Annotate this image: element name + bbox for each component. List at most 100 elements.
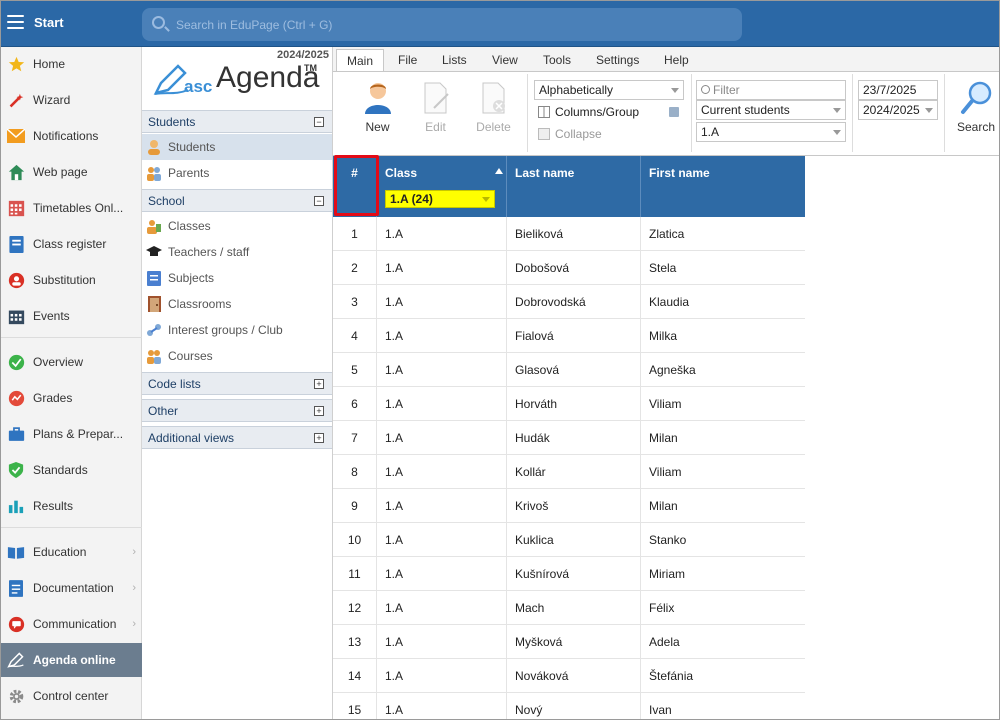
- collapse-button[interactable]: Collapse: [538, 127, 602, 141]
- table-row[interactable]: 1 1.A Bieliková Zlatica: [333, 217, 805, 251]
- nav-item-control-center[interactable]: Control center: [0, 679, 142, 713]
- nav-item-substitution[interactable]: Substitution: [0, 263, 142, 297]
- nav-item-web-page[interactable]: Web page: [0, 155, 142, 189]
- logo-tm-text: TM: [304, 63, 317, 73]
- class-filter-select[interactable]: 1.A: [696, 122, 846, 142]
- sidebar-item-parents[interactable]: Parents: [142, 160, 332, 186]
- tab-main[interactable]: Main: [336, 49, 385, 71]
- nav-item-home[interactable]: Home: [0, 47, 142, 81]
- register-icon: [7, 235, 25, 253]
- expand-toggle-icon[interactable]: +: [314, 379, 324, 389]
- cell-number: 11: [333, 557, 377, 591]
- hamburger-menu-icon[interactable]: [7, 15, 24, 29]
- collapse-toggle-icon[interactable]: −: [314, 196, 324, 206]
- sidebar-item-teachers[interactable]: Teachers / staff: [142, 239, 332, 265]
- nav-item-grades[interactable]: Grades: [0, 381, 142, 415]
- nav-separator: [0, 527, 142, 528]
- tab-view[interactable]: View: [482, 49, 528, 71]
- start-label[interactable]: Start: [34, 15, 64, 30]
- sidebar-item-classes[interactable]: Classes: [142, 213, 332, 239]
- sort-select[interactable]: Alphabetically: [534, 80, 684, 100]
- section-title: Other: [148, 403, 179, 418]
- column-header-class[interactable]: Class 1.A (24): [377, 156, 507, 217]
- global-search-input[interactable]: [176, 16, 716, 34]
- section-school[interactable]: School −: [142, 189, 332, 212]
- sidebar-item-students[interactable]: Students: [142, 134, 332, 160]
- nav-item-label: Education: [33, 545, 87, 559]
- sort-select-value: Alphabetically: [539, 83, 614, 97]
- table-row[interactable]: 3 1.A Dobrovodská Klaudia: [333, 285, 805, 319]
- table-row[interactable]: 5 1.A Glasová Agneška: [333, 353, 805, 387]
- columns-icon: [538, 106, 550, 118]
- tab-tools[interactable]: Tools: [533, 49, 581, 71]
- sidebar-item-subjects[interactable]: Subjects: [142, 265, 332, 291]
- chevron-right-icon: ›: [132, 582, 136, 594]
- edit-button[interactable]: Edit: [408, 76, 463, 134]
- nav-item-documentation[interactable]: Documentation ›: [0, 571, 142, 605]
- cell-class: 1.A: [377, 523, 507, 557]
- nav-item-agenda-online[interactable]: Agenda online: [0, 643, 142, 677]
- sidebar-item-label: Classes: [168, 219, 211, 233]
- expand-toggle-icon[interactable]: +: [314, 433, 324, 443]
- ribbon-tabs: Main File Lists View Tools Settings Help: [333, 47, 1000, 71]
- students-filter-select[interactable]: Current students: [696, 100, 846, 120]
- expand-toggle-icon[interactable]: +: [314, 406, 324, 416]
- delete-button[interactable]: Delete: [466, 76, 521, 134]
- section-other[interactable]: Other +: [142, 399, 332, 422]
- nav-item-class-register[interactable]: Class register: [0, 227, 142, 261]
- nav-item-communication[interactable]: Communication ›: [0, 607, 142, 641]
- class-column-filter[interactable]: 1.A (24): [385, 190, 495, 208]
- save-icon[interactable]: [669, 107, 679, 117]
- nav-item-wizard[interactable]: Wizard: [0, 83, 142, 117]
- nav-item-overview[interactable]: Overview: [0, 345, 142, 379]
- tab-lists[interactable]: Lists: [432, 49, 477, 71]
- section-code-lists[interactable]: Code lists +: [142, 372, 332, 395]
- search-icon: [701, 85, 710, 94]
- global-search[interactable]: [142, 8, 742, 41]
- table-row[interactable]: 6 1.A Horváth Viliam: [333, 387, 805, 421]
- nav-item-plans[interactable]: Plans & Prepar...: [0, 417, 142, 451]
- table-row[interactable]: 13 1.A Myšková Adela: [333, 625, 805, 659]
- table-row[interactable]: 9 1.A Krivoš Milan: [333, 489, 805, 523]
- star-icon: [7, 55, 25, 73]
- collapse-label: Collapse: [555, 127, 602, 141]
- search-button[interactable]: Search: [952, 76, 1000, 134]
- nav-item-results[interactable]: Results: [0, 489, 142, 523]
- sidebar-item-interest-groups[interactable]: Interest groups / Club: [142, 317, 332, 343]
- nav-item-label: Web page: [33, 165, 88, 179]
- nav-item-notifications[interactable]: Notifications: [0, 119, 142, 153]
- cell-class: 1.A: [377, 659, 507, 693]
- section-additional-views[interactable]: Additional views +: [142, 426, 332, 449]
- table-row[interactable]: 10 1.A Kuklica Stanko: [333, 523, 805, 557]
- table-row[interactable]: 14 1.A Nováková Štefánia: [333, 659, 805, 693]
- column-header-last-name[interactable]: Last name: [507, 156, 641, 217]
- tab-settings[interactable]: Settings: [586, 49, 649, 71]
- section-title: Students: [148, 114, 196, 129]
- cell-last-name: Mach: [507, 591, 641, 625]
- column-header-first-name[interactable]: First name: [641, 156, 805, 217]
- parents-icon: [146, 165, 162, 181]
- section-students[interactable]: Students −: [142, 110, 332, 133]
- table-row[interactable]: 4 1.A Fialová Milka: [333, 319, 805, 353]
- date-input[interactable]: 23/7/2025: [858, 80, 938, 100]
- tab-file[interactable]: File: [388, 49, 427, 71]
- sidebar-item-courses[interactable]: Courses: [142, 343, 332, 369]
- table-row[interactable]: 7 1.A Hudák Milan: [333, 421, 805, 455]
- table-row[interactable]: 2 1.A Dobošová Stela: [333, 251, 805, 285]
- new-button[interactable]: New: [350, 76, 405, 134]
- table-row[interactable]: 15 1.A Nový Ivan: [333, 693, 805, 720]
- table-row[interactable]: 8 1.A Kollár Viliam: [333, 455, 805, 489]
- columns-group-button[interactable]: Columns/Group: [538, 105, 639, 119]
- ribbon-toolbar: New Edit Delete Alphabetically Columns/G…: [333, 71, 1000, 156]
- nav-item-timetables[interactable]: Timetables Onl...: [0, 191, 142, 225]
- table-row[interactable]: 11 1.A Kušnírová Miriam: [333, 557, 805, 591]
- sidebar-item-classrooms[interactable]: Classrooms: [142, 291, 332, 317]
- nav-item-education[interactable]: Education ›: [0, 535, 142, 569]
- table-row[interactable]: 12 1.A Mach Félix: [333, 591, 805, 625]
- nav-item-standards[interactable]: Standards: [0, 453, 142, 487]
- year-select[interactable]: 2024/2025: [858, 100, 938, 120]
- collapse-toggle-icon[interactable]: −: [314, 117, 324, 127]
- tab-help[interactable]: Help: [654, 49, 699, 71]
- filter-input[interactable]: Filter: [696, 80, 846, 100]
- nav-item-events[interactable]: Events: [0, 299, 142, 333]
